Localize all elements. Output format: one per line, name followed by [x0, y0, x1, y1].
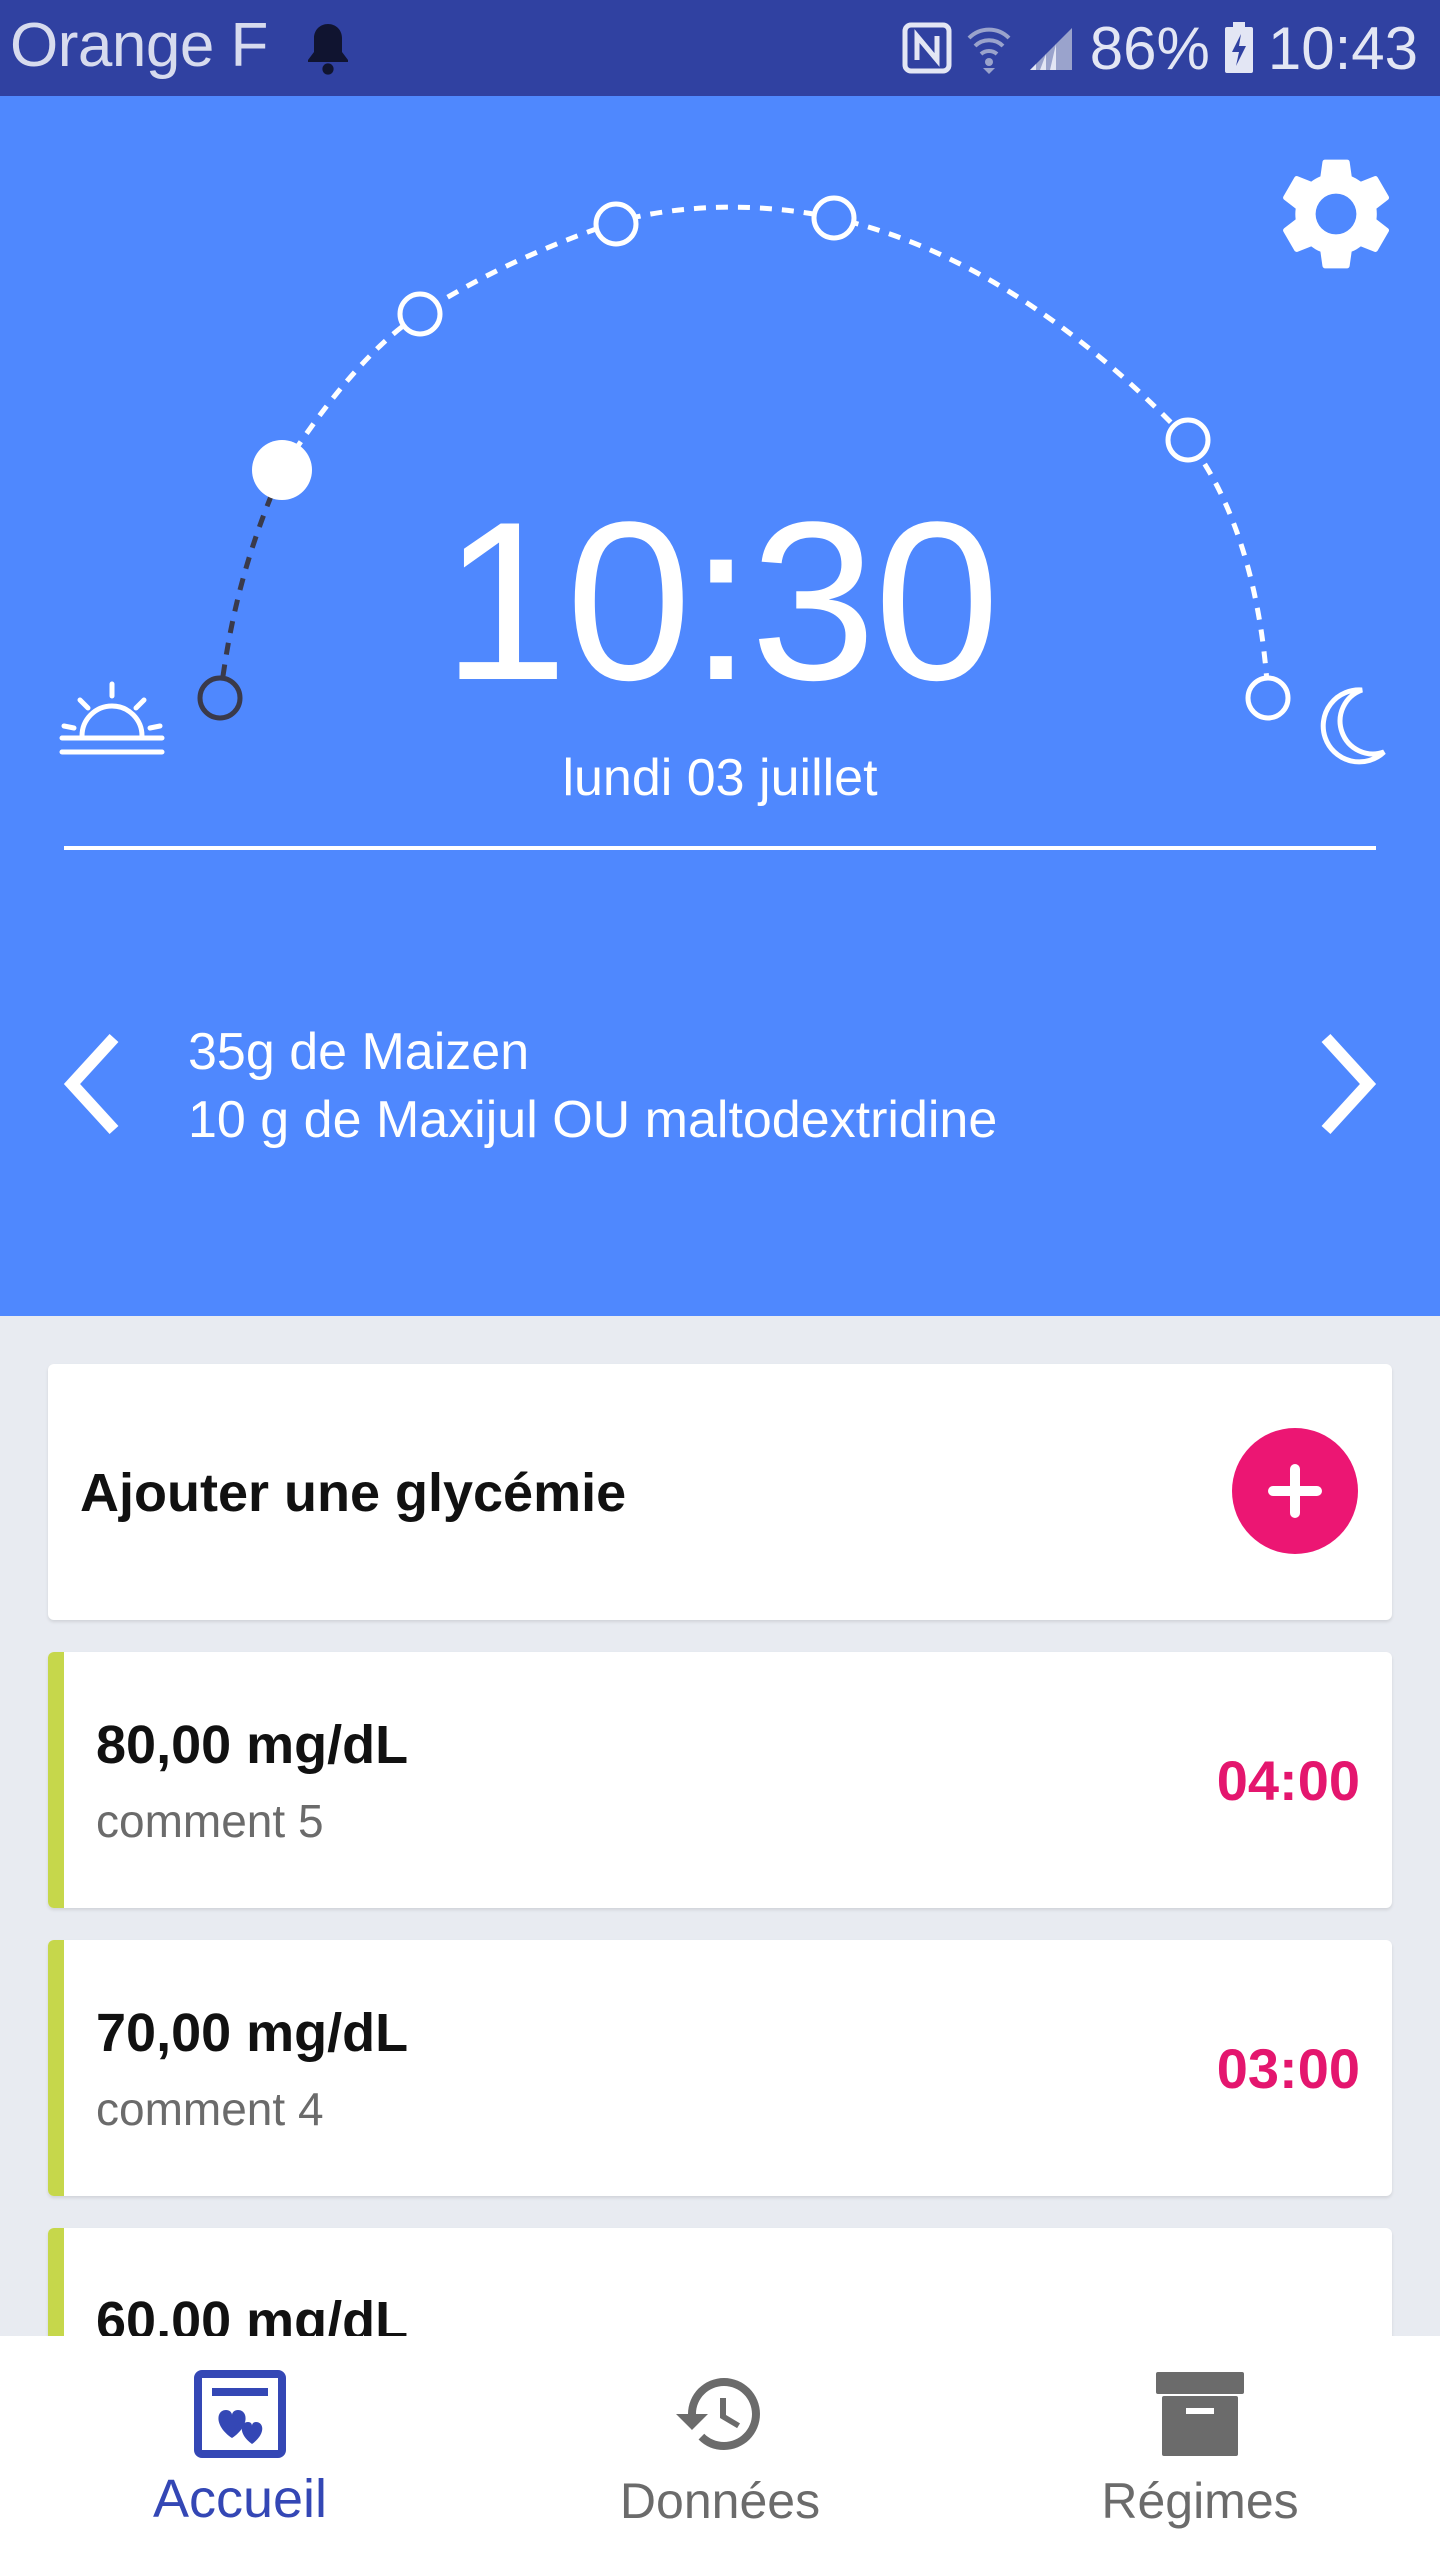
nav-home-label: Accueil	[152, 2469, 328, 2529]
schedule-hero: 10:30 lundi 03 juillet 35g de Maizen 10 …	[0, 96, 1440, 1316]
next-regime-button[interactable]	[1296, 1024, 1392, 1144]
glycemia-entry[interactable]: 60,00 mg/dL	[48, 2228, 1392, 2336]
divider	[64, 846, 1376, 850]
battery-icon	[1224, 22, 1253, 73]
nav-regimes[interactable]: Régimes	[960, 2336, 1440, 2560]
previous-regime-button[interactable]	[48, 1024, 144, 1144]
current-date: lundi 03 juillet	[562, 749, 878, 807]
glycemia-level-bar	[48, 1940, 64, 2196]
nav-data-label: Données	[619, 2473, 821, 2529]
nav-data[interactable]: Données	[480, 2336, 960, 2560]
glycemia-value: 80,00 mg/dL	[96, 1715, 409, 1775]
heart-card-icon	[194, 2370, 286, 2458]
current-time: 10:30	[442, 474, 1000, 727]
glycemia-level-bar	[48, 2228, 64, 2336]
status-carrier: Orange F	[10, 11, 268, 80]
arc-marker	[811, 195, 857, 241]
glycemia-value: 70,00 mg/dL	[96, 2003, 409, 2063]
nfc-icon	[902, 22, 952, 74]
wifi-icon	[967, 27, 1011, 74]
chevron-left-icon	[63, 1033, 119, 1135]
status-bar: Orange F 86% 10:43	[0, 0, 1440, 96]
bell-icon	[308, 24, 348, 75]
regime-line: 35g de Maizen	[188, 1023, 530, 1081]
nav-regimes-label: Régimes	[1101, 2473, 1299, 2529]
add-glycemia-label: Ajouter une glycémie	[80, 1463, 627, 1523]
add-glycemia-card[interactable]: Ajouter une glycémie	[48, 1364, 1392, 1620]
history-icon	[676, 2378, 760, 2450]
glycemia-comment: comment 5	[96, 1795, 324, 1847]
nav-home[interactable]: Accueil	[0, 2336, 480, 2560]
status-time: 10:43	[1267, 14, 1418, 82]
arc-marker	[397, 291, 443, 337]
glycemia-time: 04:00	[1216, 1749, 1360, 1812]
regime-description: 35g de Maizen 10 g de Maxijul OU maltode…	[188, 1018, 997, 1154]
settings-button[interactable]	[1268, 146, 1404, 282]
arc-marker	[593, 201, 639, 247]
glycemia-comment: comment 4	[96, 2083, 324, 2135]
gear-icon	[1283, 159, 1389, 269]
battery-percent: 86%	[1089, 14, 1210, 82]
signal-icon	[1029, 28, 1072, 70]
glycemia-list[interactable]: Ajouter une glycémie 80,00 mg/dL comment…	[0, 1316, 1440, 2336]
add-glycemia-button[interactable]	[1232, 1428, 1358, 1554]
status-indicators: 86% 10:43	[902, 10, 1418, 86]
arc-marker	[1165, 417, 1211, 463]
plus-icon	[1268, 1464, 1322, 1518]
glycemia-time: 03:00	[1216, 2037, 1360, 2100]
glycemia-level-bar	[48, 1652, 64, 1908]
chevron-right-icon	[1321, 1033, 1377, 1135]
glycemia-value: 60,00 mg/dL	[96, 2291, 409, 2336]
bottom-navigation: Accueil Données Régimes	[0, 2336, 1440, 2560]
glycemia-entry[interactable]: 70,00 mg/dL comment 4 03:00	[48, 1940, 1392, 2196]
glycemia-entry[interactable]: 80,00 mg/dL comment 5 04:00	[48, 1652, 1392, 1908]
archive-icon	[1156, 2372, 1244, 2456]
regime-line: 10 g de Maxijul OU maltodextridine	[188, 1091, 998, 1149]
